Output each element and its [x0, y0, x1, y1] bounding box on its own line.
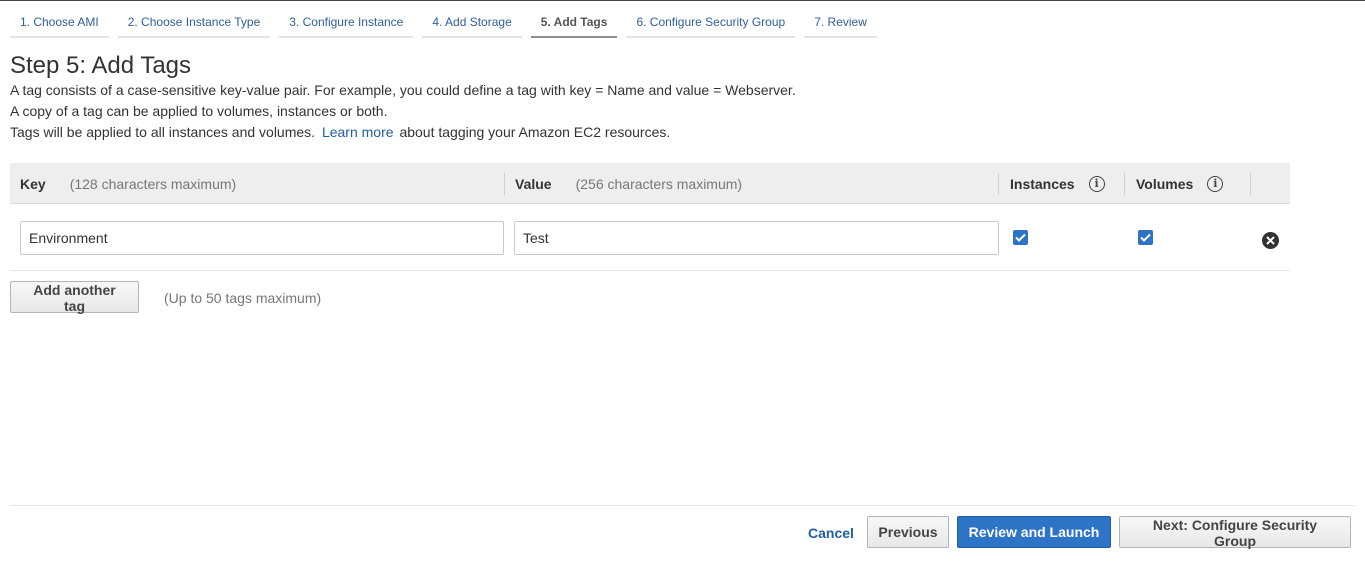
- key-header-label: Key: [20, 175, 46, 192]
- next-configure-security-group-button[interactable]: Next: Configure Security Group: [1119, 516, 1351, 549]
- wizard-step-choose-instance-type[interactable]: 2. Choose Instance Type: [117, 1, 271, 38]
- key-header-hint: (128 characters maximum): [69, 175, 237, 192]
- wizard-nav: 1. Choose AMI 2. Choose Instance Type 3.…: [10, 1, 886, 39]
- wizard-step-choose-ami[interactable]: 1. Choose AMI: [10, 1, 109, 38]
- tag-limit-hint: (Up to 50 tags maximum): [164, 290, 322, 306]
- wizard-step-configure-instance[interactable]: 3. Configure Instance: [279, 1, 414, 38]
- checkmark-icon: [1140, 233, 1151, 242]
- add-another-tag-button[interactable]: Add another tag: [10, 281, 139, 314]
- description-line-3-suffix: about tagging your Amazon EC2 resources.: [399, 124, 671, 140]
- tag-key-input[interactable]: [20, 221, 504, 255]
- instances-header-label: Instances: [1010, 175, 1075, 192]
- cancel-button[interactable]: Cancel: [808, 525, 854, 541]
- footer-divider: [10, 505, 1355, 506]
- wizard-step-configure-security-group[interactable]: 6. Configure Security Group: [626, 1, 796, 38]
- instances-column-header: Instances i: [1010, 163, 1105, 204]
- column-divider: [998, 173, 999, 195]
- key-column-header: Key (128 characters maximum): [20, 163, 236, 204]
- tags-table: Key (128 characters maximum) Value (256 …: [10, 163, 1290, 271]
- info-icon[interactable]: i: [1207, 175, 1224, 192]
- column-divider: [1124, 173, 1125, 195]
- close-icon: [1266, 236, 1275, 245]
- tags-table-header: Key (128 characters maximum) Value (256 …: [10, 163, 1290, 204]
- volumes-column-header: Volumes i: [1136, 163, 1224, 204]
- page-title: Step 5: Add Tags: [10, 52, 192, 79]
- info-icon[interactable]: i: [1088, 175, 1105, 192]
- table-row: [10, 204, 1290, 271]
- column-divider: [1250, 173, 1251, 195]
- wizard-step-add-storage[interactable]: 4. Add Storage: [422, 1, 522, 38]
- description-line-3-text: Tags will be applied to all instances an…: [10, 124, 316, 140]
- wizard-step-review[interactable]: 7. Review: [804, 1, 877, 38]
- learn-more-link[interactable]: Learn more: [322, 124, 394, 140]
- description-line-2: A copy of a tag can be applied to volume…: [10, 103, 388, 119]
- checkmark-icon: [1015, 233, 1026, 242]
- description-line-3: Tags will be applied to all instances an…: [10, 124, 670, 140]
- wizard-step-add-tags[interactable]: 5. Add Tags: [530, 1, 618, 38]
- value-column-header: Value (256 characters maximum): [515, 163, 742, 204]
- remove-tag-button[interactable]: [1262, 232, 1279, 249]
- value-header-hint: (256 characters maximum): [575, 175, 743, 192]
- column-divider: [504, 173, 505, 195]
- review-and-launch-button[interactable]: Review and Launch: [957, 516, 1111, 548]
- volumes-checkbox[interactable]: [1138, 230, 1153, 245]
- description-line-1: A tag consists of a case-sensitive key-v…: [10, 82, 796, 98]
- tag-value-input[interactable]: [514, 221, 999, 255]
- instances-checkbox[interactable]: [1013, 230, 1028, 245]
- volumes-header-label: Volumes: [1136, 175, 1194, 192]
- value-header-label: Value: [515, 175, 552, 192]
- previous-button[interactable]: Previous: [867, 516, 949, 548]
